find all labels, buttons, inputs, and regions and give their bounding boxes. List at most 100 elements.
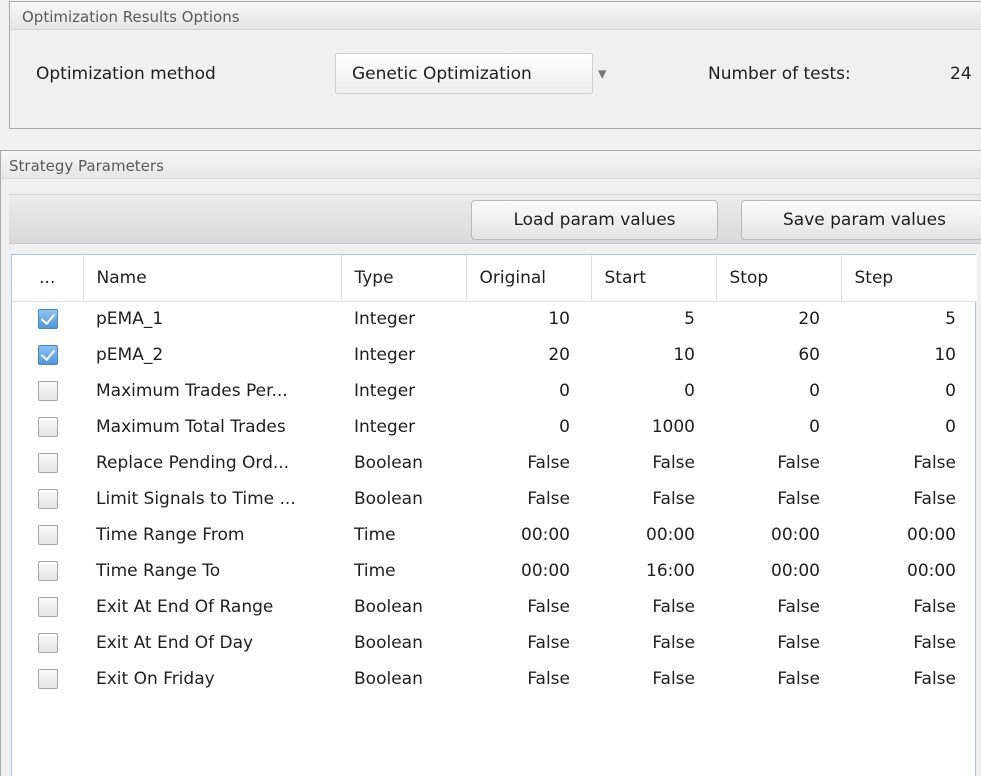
cell-step[interactable]: False — [841, 661, 977, 697]
cell-original[interactable]: 20 — [466, 337, 591, 373]
cell-type[interactable]: Integer — [341, 409, 466, 445]
table-row[interactable]: Maximum Total Trades Integer 0 1000 0 0 — [12, 409, 977, 445]
cell-step[interactable]: 0 — [841, 409, 977, 445]
cell-start[interactable]: False — [591, 481, 716, 517]
cell-stop[interactable]: False — [716, 481, 841, 517]
cell-name[interactable]: Maximum Total Trades — [83, 409, 341, 445]
column-header-start[interactable]: Start — [591, 255, 717, 302]
cell-type[interactable]: Boolean — [341, 625, 466, 661]
cell-name[interactable]: Exit On Friday — [83, 661, 341, 697]
dropdown-arrow-icon[interactable]: ▼ — [598, 68, 606, 81]
cell-start[interactable]: False — [591, 589, 716, 625]
cell-name[interactable]: pEMA_1 — [83, 301, 341, 337]
cell-step[interactable]: 00:00 — [841, 517, 977, 553]
cell-original[interactable]: 00:00 — [466, 553, 591, 589]
cell-original[interactable]: 0 — [466, 409, 591, 445]
table-row[interactable]: Exit At End Of Day Boolean False False False… — [12, 625, 977, 661]
row-checkbox[interactable] — [37, 525, 58, 545]
cell-type[interactable]: Integer — [341, 373, 466, 409]
row-checkbox[interactable] — [37, 489, 58, 509]
cell-stop[interactable]: False — [716, 589, 841, 625]
cell-start[interactable]: False — [591, 445, 716, 481]
row-checkbox[interactable] — [37, 381, 58, 401]
cell-original[interactable]: False — [466, 445, 591, 481]
cell-step[interactable]: False — [841, 625, 977, 661]
cell-name[interactable]: Limit Signals to Time ... — [83, 481, 341, 517]
load-param-values-button[interactable]: Load param values — [471, 200, 718, 240]
cell-type[interactable]: Time — [341, 553, 466, 589]
cell-type[interactable]: Boolean — [341, 661, 466, 697]
row-checkbox[interactable] — [37, 309, 58, 329]
table-row[interactable]: pEMA_1 Integer 10 5 20 5 — [12, 301, 977, 337]
cell-stop[interactable]: 20 — [716, 301, 841, 337]
cell-start[interactable]: 10 — [591, 337, 716, 373]
table-row[interactable]: Exit At End Of Range Boolean False False Fal… — [12, 589, 977, 625]
row-checkbox[interactable] — [37, 561, 58, 581]
cell-step[interactable]: 0 — [841, 373, 977, 409]
column-header-original[interactable]: Original — [466, 255, 592, 302]
cell-step[interactable]: False — [841, 589, 977, 625]
cell-stop[interactable]: 0 — [716, 373, 841, 409]
save-param-values-button[interactable]: Save param values — [741, 200, 981, 240]
cell-start[interactable]: False — [591, 625, 716, 661]
cell-step[interactable]: False — [841, 481, 977, 517]
cell-step[interactable]: 5 — [841, 301, 977, 337]
table-row[interactable]: Time Range To Time 00:00 16:00 00:00 00:00 — [12, 553, 977, 589]
cell-original[interactable]: False — [466, 661, 591, 697]
cell-type[interactable]: Boolean — [341, 589, 466, 625]
column-header-select[interactable]: ... — [12, 255, 84, 302]
cell-original[interactable]: 00:00 — [466, 517, 591, 553]
table-row[interactable]: Maximum Trades Per... Integer 0 0 0 0 — [12, 373, 977, 409]
cell-name[interactable]: Replace Pending Ord... — [83, 445, 341, 481]
table-row[interactable]: Replace Pending Ord... Boolean False False F… — [12, 445, 977, 481]
cell-type[interactable]: Time — [341, 517, 466, 553]
optimization-results-options-group: Optimization Results Options Optimizatio… — [9, 1, 981, 129]
cell-stop[interactable]: False — [716, 625, 841, 661]
cell-type[interactable]: Boolean — [341, 445, 466, 481]
row-checkbox[interactable] — [37, 633, 58, 653]
cell-name[interactable]: Exit At End Of Day — [83, 625, 341, 661]
row-checkbox[interactable] — [37, 597, 58, 617]
cell-start[interactable]: 1000 — [591, 409, 716, 445]
cell-original[interactable]: False — [466, 481, 591, 517]
cell-start[interactable]: 5 — [591, 301, 716, 337]
cell-stop[interactable]: False — [716, 661, 841, 697]
cell-type[interactable]: Integer — [341, 301, 466, 337]
cell-stop[interactable]: 00:00 — [716, 553, 841, 589]
table-row[interactable]: Time Range From Time 00:00 00:00 00:00 00:00 — [12, 517, 977, 553]
cell-step[interactable]: 10 — [841, 337, 977, 373]
cell-start[interactable]: False — [591, 661, 716, 697]
row-checkbox[interactable] — [37, 345, 58, 365]
cell-step[interactable]: False — [841, 445, 977, 481]
cell-start[interactable]: 00:00 — [591, 517, 716, 553]
row-checkbox[interactable] — [37, 453, 58, 473]
optimization-method-select[interactable]: Genetic Optimization ▼ — [335, 53, 606, 94]
cell-start[interactable]: 0 — [591, 373, 716, 409]
cell-name[interactable]: Exit At End Of Range — [83, 589, 341, 625]
cell-name[interactable]: Time Range To — [83, 553, 341, 589]
cell-name[interactable]: Time Range From — [83, 517, 341, 553]
table-row[interactable]: Limit Signals to Time ... Boolean False Fal… — [12, 481, 977, 517]
row-checkbox[interactable] — [37, 669, 58, 689]
cell-stop[interactable]: 0 — [716, 409, 841, 445]
cell-type[interactable]: Boolean — [341, 481, 466, 517]
cell-start[interactable]: 16:00 — [591, 553, 716, 589]
cell-name[interactable]: pEMA_2 — [83, 337, 341, 373]
cell-original[interactable]: False — [466, 625, 591, 661]
cell-stop[interactable]: 60 — [716, 337, 841, 373]
cell-original[interactable]: 0 — [466, 373, 591, 409]
column-header-step[interactable]: Step — [841, 255, 977, 302]
cell-step[interactable]: 00:00 — [841, 553, 977, 589]
cell-original[interactable]: 10 — [466, 301, 591, 337]
table-row[interactable]: pEMA_2 Integer 20 10 60 10 — [12, 337, 977, 373]
column-header-stop[interactable]: Stop — [716, 255, 842, 302]
row-checkbox[interactable] — [37, 417, 58, 437]
cell-stop[interactable]: 00:00 — [716, 517, 841, 553]
table-row[interactable]: Exit On Friday Boolean False False False Fals… — [12, 661, 977, 697]
cell-name[interactable]: Maximum Trades Per... — [83, 373, 341, 409]
cell-original[interactable]: False — [466, 589, 591, 625]
cell-stop[interactable]: False — [716, 445, 841, 481]
cell-type[interactable]: Integer — [341, 337, 466, 373]
column-header-name[interactable]: Name — [83, 255, 342, 302]
column-header-type[interactable]: Type — [341, 255, 467, 302]
